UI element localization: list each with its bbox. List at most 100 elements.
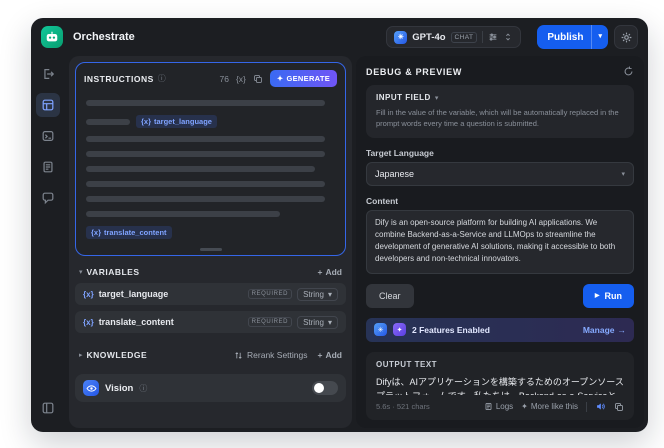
rerank-settings-button[interactable]: Rerank Settings: [234, 350, 308, 360]
publish-group: Publish ▾: [537, 25, 638, 49]
sparkle-icon: ✦: [521, 402, 528, 411]
prompt-text-skeleton: [86, 181, 326, 187]
chevron-down-icon: ▾: [434, 94, 439, 102]
app-logo[interactable]: [41, 26, 63, 48]
debug-title: DEBUG & PREVIEW: [366, 66, 463, 77]
variable-icon: {x}: [141, 117, 152, 126]
instructions-title: INSTRUCTIONS: [84, 73, 154, 84]
window-body: INSTRUCTIONS ⓘ 76 {x} ✦ GENERATE {x} tar…: [31, 56, 648, 432]
knowledge-title: KNOWLEDGE: [86, 350, 148, 360]
restart-button[interactable]: [623, 66, 634, 77]
output-card: OUTPUT TEXT Difyは、AIアプリケーションを構築するためのオープン…: [366, 351, 634, 420]
add-knowledge-label: Add: [325, 350, 342, 360]
feature-vision-icon: ✦: [393, 323, 406, 336]
info-icon: ⓘ: [157, 74, 166, 83]
vision-toggle[interactable]: [312, 381, 338, 395]
instructions-toolbar: 76 {x} ✦ GENERATE: [219, 70, 337, 87]
input-field-description: Fill in the value of the variable, which…: [376, 108, 619, 129]
variable-icon: {x}: [83, 289, 94, 299]
variable-type-select[interactable]: String ▾: [297, 315, 338, 329]
chevron-down-icon: ▾: [327, 317, 332, 327]
add-variable-label: Add: [325, 267, 342, 277]
vision-label: Vision: [105, 382, 134, 394]
copy-output-button[interactable]: [614, 402, 624, 412]
content-textarea[interactable]: Dify is an open-source platform for buil…: [366, 209, 634, 274]
input-field-header[interactable]: INPUT FIELD ▾: [376, 93, 624, 102]
resize-handle[interactable]: [199, 248, 222, 251]
feature-model-icon: ✳: [374, 323, 387, 336]
prompt-text-skeleton: [86, 166, 316, 172]
instructions-editor[interactable]: INSTRUCTIONS ⓘ 76 {x} ✦ GENERATE {x} tar…: [75, 62, 346, 256]
prompt-text-row: {x} target_language: [86, 115, 335, 128]
output-meta: 5.6s · 521 chars: [376, 402, 430, 411]
logs-icon: [41, 160, 55, 174]
inline-variable-chip[interactable]: {x} target_language: [136, 115, 217, 128]
expand-icon[interactable]: [503, 32, 513, 42]
model-name: GPT-4o: [412, 31, 446, 43]
chevron-down-icon[interactable]: ▾: [592, 25, 608, 49]
robot-icon: [45, 30, 59, 44]
chevron-down-icon: ▾: [621, 170, 625, 178]
prompt-text-skeleton: [86, 118, 130, 125]
vision-feature-row: Vision ⓘ: [75, 374, 346, 402]
vision-icon: [83, 380, 99, 396]
model-provider-icon: ✳: [394, 30, 408, 44]
generate-label: GENERATE: [286, 74, 330, 83]
required-badge: REQUIRED: [247, 317, 293, 327]
logs-icon: [484, 402, 493, 411]
variable-icon[interactable]: {x}: [236, 74, 246, 84]
run-label: Run: [604, 290, 623, 301]
refresh-icon: [623, 66, 634, 77]
sidebar-item-api[interactable]: [36, 124, 60, 148]
sliders-icon[interactable]: [488, 32, 498, 42]
plus-icon: +: [317, 350, 323, 360]
debug-preview-panel: DEBUG & PREVIEW INPUT FIELD ▾ Fill in th…: [356, 56, 644, 428]
prompt-text-skeleton: [86, 196, 326, 202]
icon-sidebar: [31, 56, 65, 428]
target-language-label: Target Language: [366, 147, 434, 158]
generate-button[interactable]: ✦ GENERATE: [269, 70, 337, 87]
content-label: Content: [366, 195, 399, 206]
variables-actions: + Add: [318, 267, 343, 277]
publish-button[interactable]: Publish ▾: [537, 25, 608, 49]
gear-icon: [620, 31, 633, 44]
variable-icon: {x}: [91, 228, 102, 237]
run-button[interactable]: ▶ Run: [582, 283, 634, 308]
copy-icon: [614, 402, 624, 412]
sidebar-item-logs[interactable]: [36, 155, 60, 179]
target-language-select[interactable]: Japanese ▾: [366, 161, 634, 186]
variable-row[interactable]: {x} target_language REQUIRED String ▾: [75, 283, 346, 305]
variable-type-value: String: [303, 317, 324, 327]
prompt-text-skeleton: [86, 136, 326, 142]
variable-icon: {x}: [83, 317, 94, 327]
sidebar-item-orchestrate[interactable]: [36, 93, 60, 117]
plus-icon: +: [317, 267, 323, 277]
text-to-speech-button[interactable]: [595, 401, 606, 412]
manage-features-button[interactable]: Manage →: [583, 325, 626, 335]
logs-button[interactable]: Logs: [484, 402, 513, 411]
sidebar-item-panel-toggle[interactable]: [36, 396, 60, 420]
toggle-knob: [314, 383, 324, 393]
char-count: 76: [219, 73, 229, 84]
add-knowledge-button[interactable]: + Add: [318, 350, 343, 360]
output-footer: 5.6s · 521 chars Logs ✦ More like this: [376, 395, 624, 412]
sidebar-item-exit[interactable]: [36, 62, 60, 86]
model-mode-badge: CHAT: [450, 31, 478, 43]
divider: [482, 31, 484, 43]
sidebar-item-annotation[interactable]: [36, 186, 60, 210]
input-field-title: INPUT FIELD: [376, 93, 431, 102]
rerank-icon: [234, 351, 243, 360]
chevron-down-icon[interactable]: ▾: [79, 268, 83, 276]
settings-button[interactable]: [614, 25, 638, 49]
copy-icon[interactable]: [253, 74, 263, 84]
variable-type-select[interactable]: String ▾: [297, 287, 338, 301]
chevron-down-icon: ▾: [327, 289, 332, 299]
model-selector[interactable]: ✳ GPT-4o CHAT: [386, 26, 522, 48]
clear-button[interactable]: Clear: [366, 283, 414, 308]
variable-row[interactable]: {x} translate_content REQUIRED String ▾: [75, 311, 346, 333]
inline-variable-chip[interactable]: {x} translate_content: [86, 226, 172, 239]
variables-title: VARIABLES: [86, 267, 140, 277]
chevron-right-icon[interactable]: ▸: [79, 351, 83, 359]
more-like-this-button[interactable]: ✦ More like this: [521, 402, 578, 411]
add-variable-button[interactable]: + Add: [318, 267, 343, 277]
